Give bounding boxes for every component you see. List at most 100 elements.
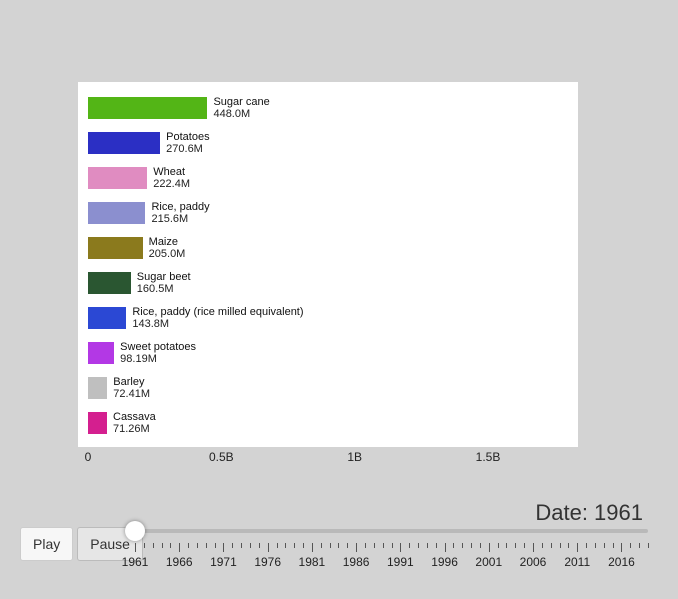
slider-tick bbox=[613, 543, 614, 548]
bar-value: 160.5M bbox=[137, 283, 191, 295]
bar-category: Sugar beet bbox=[137, 271, 191, 283]
bar-category: Cassava bbox=[113, 411, 156, 423]
bar-label: Barley72.41M bbox=[113, 376, 150, 400]
slider-tick bbox=[568, 543, 569, 548]
x-tick-label: 1B bbox=[347, 450, 362, 464]
bar-category: Sweet potatoes bbox=[120, 341, 196, 353]
slider-track[interactable] bbox=[135, 529, 648, 533]
slider-year: 1981 bbox=[299, 555, 326, 569]
bar-category: Barley bbox=[113, 376, 144, 388]
play-button[interactable]: Play bbox=[20, 527, 73, 561]
bar-row: Potatoes270.6M bbox=[88, 129, 568, 157]
bar bbox=[88, 97, 207, 119]
slider-thumb[interactable] bbox=[125, 521, 145, 541]
bar-label: Sugar cane448.0M bbox=[213, 96, 269, 120]
bar-row: Sugar beet160.5M bbox=[88, 269, 568, 297]
bar-label: Potatoes270.6M bbox=[166, 131, 209, 155]
slider-tick bbox=[436, 543, 437, 548]
slider-tick bbox=[356, 543, 357, 552]
bar-category: Maize bbox=[149, 236, 178, 248]
slider-tick bbox=[162, 543, 163, 548]
slider-tick bbox=[621, 543, 622, 552]
bar bbox=[88, 167, 147, 189]
bar bbox=[88, 307, 126, 329]
bar-label: Rice, paddy215.6M bbox=[151, 201, 209, 225]
slider-tick bbox=[480, 543, 481, 548]
bar-row: Rice, paddy215.6M bbox=[88, 199, 568, 227]
slider-tick bbox=[285, 543, 286, 548]
bar-list: Sugar cane448.0MPotatoes270.6MWheat222.4… bbox=[88, 94, 568, 437]
bar-category: Sugar cane bbox=[213, 96, 269, 108]
slider-tick bbox=[250, 543, 251, 548]
bar-value: 71.26M bbox=[113, 423, 156, 435]
slider-year: 1976 bbox=[254, 555, 281, 569]
bar-label: Rice, paddy (rice milled equivalent)143.… bbox=[132, 306, 303, 330]
app-stage: Sugar cane448.0MPotatoes270.6MWheat222.4… bbox=[0, 0, 678, 599]
bar-row: Rice, paddy (rice milled equivalent)143.… bbox=[88, 304, 568, 332]
slider-tick bbox=[560, 543, 561, 548]
slider-tick bbox=[586, 543, 587, 548]
bar bbox=[88, 272, 131, 294]
slider-tick bbox=[400, 543, 401, 552]
bar-value: 72.41M bbox=[113, 388, 150, 400]
slider-tick bbox=[453, 543, 454, 548]
chart-card: Sugar cane448.0MPotatoes270.6MWheat222.4… bbox=[78, 82, 578, 447]
bar bbox=[88, 202, 145, 224]
slider-tick bbox=[206, 543, 207, 548]
slider-year: 2006 bbox=[520, 555, 547, 569]
bar-value: 215.6M bbox=[151, 213, 209, 225]
slider-year: 1996 bbox=[431, 555, 458, 569]
slider-tick bbox=[471, 543, 472, 548]
timeline-slider[interactable]: 1961196619711976198119861991199620012006… bbox=[135, 521, 648, 581]
slider-tick bbox=[330, 543, 331, 548]
slider-tick bbox=[595, 543, 596, 548]
bar-row: Sweet potatoes98.19M bbox=[88, 339, 568, 367]
slider-tick bbox=[188, 543, 189, 548]
bar-label: Sweet potatoes98.19M bbox=[120, 341, 196, 365]
bar-row: Cassava71.26M bbox=[88, 409, 568, 437]
slider-tick bbox=[197, 543, 198, 548]
slider-tick bbox=[524, 543, 525, 548]
slider-tick bbox=[170, 543, 171, 548]
bar-row: Barley72.41M bbox=[88, 374, 568, 402]
slider-year: 1991 bbox=[387, 555, 414, 569]
slider-year: 2016 bbox=[608, 555, 635, 569]
bar-label: Maize205.0M bbox=[149, 236, 186, 260]
slider-tick bbox=[383, 543, 384, 548]
slider-tick bbox=[542, 543, 543, 548]
bar-label: Sugar beet160.5M bbox=[137, 271, 191, 295]
slider-tick bbox=[409, 543, 410, 548]
slider-tick bbox=[489, 543, 490, 552]
slider-tick bbox=[462, 543, 463, 548]
slider-tick bbox=[321, 543, 322, 548]
slider-tick bbox=[268, 543, 269, 552]
bar-category: Wheat bbox=[153, 166, 185, 178]
bar-value: 98.19M bbox=[120, 353, 196, 365]
bar-label: Cassava71.26M bbox=[113, 411, 156, 435]
slider-tick bbox=[392, 543, 393, 548]
bar bbox=[88, 412, 107, 434]
slider-tick bbox=[498, 543, 499, 548]
bar-row: Sugar cane448.0M bbox=[88, 94, 568, 122]
bar-value: 448.0M bbox=[213, 108, 269, 120]
slider-year: 1966 bbox=[166, 555, 193, 569]
slider-tick bbox=[153, 543, 154, 548]
bar bbox=[88, 237, 143, 259]
slider-tick bbox=[374, 543, 375, 548]
bar-category: Potatoes bbox=[166, 131, 209, 143]
slider-ticks bbox=[135, 543, 648, 555]
slider-tick bbox=[445, 543, 446, 552]
slider-tick bbox=[365, 543, 366, 548]
bar-value: 222.4M bbox=[153, 178, 190, 190]
slider-year: 1986 bbox=[343, 555, 370, 569]
slider-tick bbox=[303, 543, 304, 548]
bar-value: 143.8M bbox=[132, 318, 303, 330]
x-tick-label: 0 bbox=[85, 450, 92, 464]
slider-tick bbox=[648, 543, 649, 548]
slider-tick bbox=[533, 543, 534, 552]
slider-tick bbox=[630, 543, 631, 548]
bar-category: Rice, paddy (rice milled equivalent) bbox=[132, 306, 303, 318]
x-tick-label: 0.5B bbox=[209, 450, 234, 464]
slider-tick bbox=[347, 543, 348, 548]
bar-row: Maize205.0M bbox=[88, 234, 568, 262]
